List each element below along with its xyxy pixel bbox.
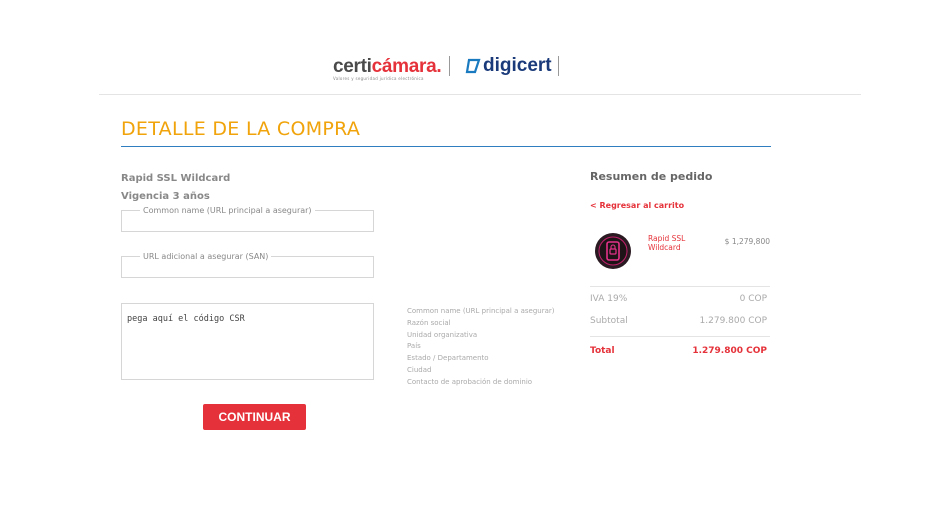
digicert-logo: digicert bbox=[483, 55, 552, 76]
csr-help-item: Razón social bbox=[407, 318, 451, 327]
logo-separator bbox=[449, 56, 450, 76]
common-name-label: Common name (URL principal a asegurar) bbox=[143, 206, 312, 215]
iva-value: 0 COP bbox=[739, 294, 767, 304]
product-name: Rapid SSL Wildcard bbox=[121, 173, 231, 184]
summary-divider-total bbox=[590, 336, 770, 337]
title-rule bbox=[121, 146, 771, 147]
header-logos: certicámara. Valores y seguridad jurídic… bbox=[0, 52, 952, 82]
ssl-product-icon bbox=[595, 233, 631, 269]
iva-label: IVA 19% bbox=[590, 294, 628, 304]
san-label: URL adicional a asegurar (SAN) bbox=[143, 252, 269, 261]
page-title: DETALLE DE LA COMPRA bbox=[121, 118, 361, 140]
csr-help-item: Ciudad bbox=[407, 365, 432, 374]
cart-item-price: $ 1,279,800 bbox=[724, 237, 770, 246]
summary-divider bbox=[590, 286, 770, 287]
common-name-field[interactable]: Common name (URL principal a asegurar) bbox=[121, 206, 374, 232]
continue-button[interactable]: CONTINUAR bbox=[203, 404, 306, 430]
certicamara-logo: certicámara. bbox=[333, 56, 442, 77]
logo-separator-right bbox=[558, 56, 559, 76]
summary-title: Resumen de pedido bbox=[590, 170, 713, 183]
back-to-cart-link[interactable]: < Regresar al carrito bbox=[590, 201, 684, 210]
subtotal-label: Subtotal bbox=[590, 316, 628, 326]
csr-textarea[interactable]: pega aquí el código CSR bbox=[121, 303, 374, 380]
total-label: Total bbox=[590, 346, 615, 356]
csr-help-item: Contacto de aprobación de dominio bbox=[407, 377, 533, 386]
digicert-logo-icon bbox=[465, 58, 481, 74]
header-divider bbox=[99, 94, 861, 95]
csr-help-item: País bbox=[407, 342, 421, 351]
product-validity: Vigencia 3 años bbox=[121, 191, 210, 202]
certicamara-tagline: Valores y seguridad jurídica electrónica bbox=[333, 76, 424, 81]
subtotal-value: 1.279.800 COP bbox=[699, 316, 767, 326]
csr-help-list: Common name (URL principal a asegurar) R… bbox=[407, 306, 555, 389]
csr-help-item: Estado / Departamento bbox=[407, 354, 489, 363]
san-field[interactable]: URL adicional a asegurar (SAN) bbox=[121, 252, 374, 278]
total-value: 1.279.800 COP bbox=[692, 346, 767, 356]
csr-help-item: Unidad organizativa bbox=[407, 330, 478, 339]
csr-help-item: Common name (URL principal a asegurar) bbox=[407, 307, 555, 315]
